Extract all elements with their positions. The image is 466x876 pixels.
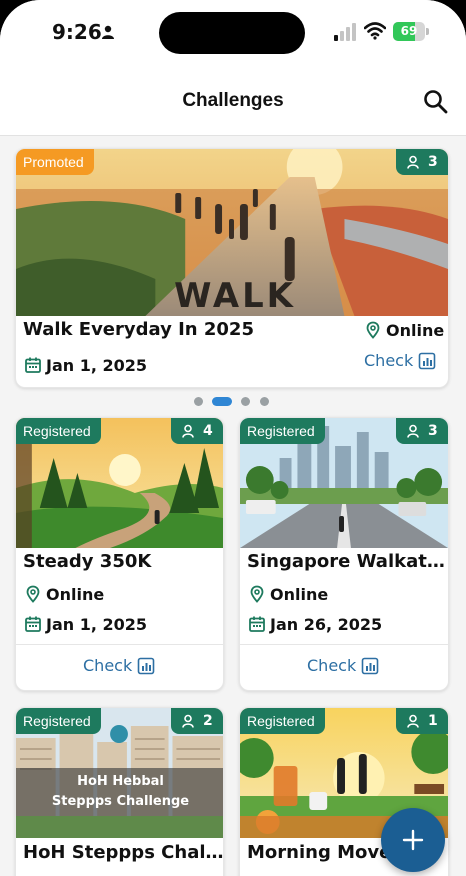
image-walk-text: WALK xyxy=(174,276,296,315)
battery-indicator: 69 xyxy=(393,22,429,41)
card-divider xyxy=(16,644,223,645)
calendar-icon xyxy=(25,357,41,373)
person-icon xyxy=(102,25,114,39)
participants-badge: 1 xyxy=(396,708,448,734)
carousel-dot-active[interactable] xyxy=(212,397,232,406)
challenge-date: Jan 26, 2025 xyxy=(248,613,382,635)
bar-chart-icon xyxy=(361,657,379,674)
person-icon xyxy=(182,714,194,728)
participants-badge: 3 xyxy=(396,149,448,175)
challenge-title: Walk Everyday In 2025 xyxy=(23,319,254,340)
participants-badge: 3 xyxy=(396,418,448,444)
image-caption: HoH Hebbal Steppps Challenge xyxy=(51,774,190,809)
challenge-mode: Online xyxy=(248,583,328,605)
carousel-dot[interactable] xyxy=(260,397,269,406)
participants-count: 3 xyxy=(428,423,438,439)
featured-challenge-card[interactable]: WALK Promoted 3 Walk Everyday In 2025 On… xyxy=(15,148,449,388)
bar-chart-icon xyxy=(418,352,436,369)
challenge-card[interactable]: HoH Hebbal Steppps Challenge Registered … xyxy=(15,707,224,876)
battery-level: 69 xyxy=(400,24,418,38)
check-button[interactable]: Check xyxy=(307,656,379,675)
search-icon[interactable] xyxy=(422,88,450,116)
challenge-date: Jan 1, 2025 xyxy=(24,613,147,635)
bar-chart-icon xyxy=(137,657,155,674)
challenge-title: Steady 350K xyxy=(23,551,152,572)
promoted-tag: Promoted xyxy=(16,149,94,175)
participants-badge: 4 xyxy=(171,418,223,444)
check-button[interactable]: Check xyxy=(83,656,155,675)
add-challenge-button[interactable] xyxy=(381,808,445,872)
signal-icon xyxy=(334,23,356,41)
person-icon xyxy=(407,155,419,169)
card-divider xyxy=(240,644,448,645)
registered-tag: Registered xyxy=(16,708,101,734)
page-title: Challenges xyxy=(182,90,284,111)
carousel-dot[interactable] xyxy=(194,397,203,406)
calendar-icon xyxy=(249,616,265,632)
location-pin-icon xyxy=(250,585,264,603)
location-pin-icon xyxy=(26,585,40,603)
participants-count: 3 xyxy=(428,154,438,170)
calendar-icon xyxy=(25,616,41,632)
challenge-mode: Online xyxy=(24,583,104,605)
dynamic-island xyxy=(159,12,305,54)
status-bar: 9:26 69 xyxy=(0,0,466,64)
app-header: Challenges xyxy=(0,64,466,136)
status-time: 9:26 xyxy=(52,20,102,44)
registered-tag: Registered xyxy=(240,708,325,734)
participants-badge: 2 xyxy=(171,708,223,734)
challenge-date: Jan 1, 2025 xyxy=(24,354,147,376)
registered-tag: Registered xyxy=(16,418,101,444)
registered-tag: Registered xyxy=(240,418,325,444)
challenge-mode: Online xyxy=(364,319,444,341)
participants-count: 2 xyxy=(203,713,213,729)
challenge-card[interactable]: Registered 4 Steady 350K Online Jan 1, 2… xyxy=(15,417,224,691)
person-icon xyxy=(182,424,194,438)
person-icon xyxy=(407,424,419,438)
participants-count: 1 xyxy=(428,713,438,729)
app-screen: 9:26 69 Challenges WALK Promoted 3 Walk … xyxy=(0,0,466,876)
participants-count: 4 xyxy=(203,423,213,439)
check-button[interactable]: Check xyxy=(364,351,436,370)
challenge-title: HoH Steppps Challenge xyxy=(23,842,224,863)
wifi-icon xyxy=(364,22,386,40)
plus-icon xyxy=(402,829,424,851)
challenge-title: Singapore Walkathon xyxy=(247,551,449,572)
person-icon xyxy=(407,714,419,728)
location-pin-icon xyxy=(366,321,380,339)
carousel-dot[interactable] xyxy=(241,397,250,406)
challenge-card[interactable]: Registered 3 Singapore Walkathon Online … xyxy=(239,417,449,691)
